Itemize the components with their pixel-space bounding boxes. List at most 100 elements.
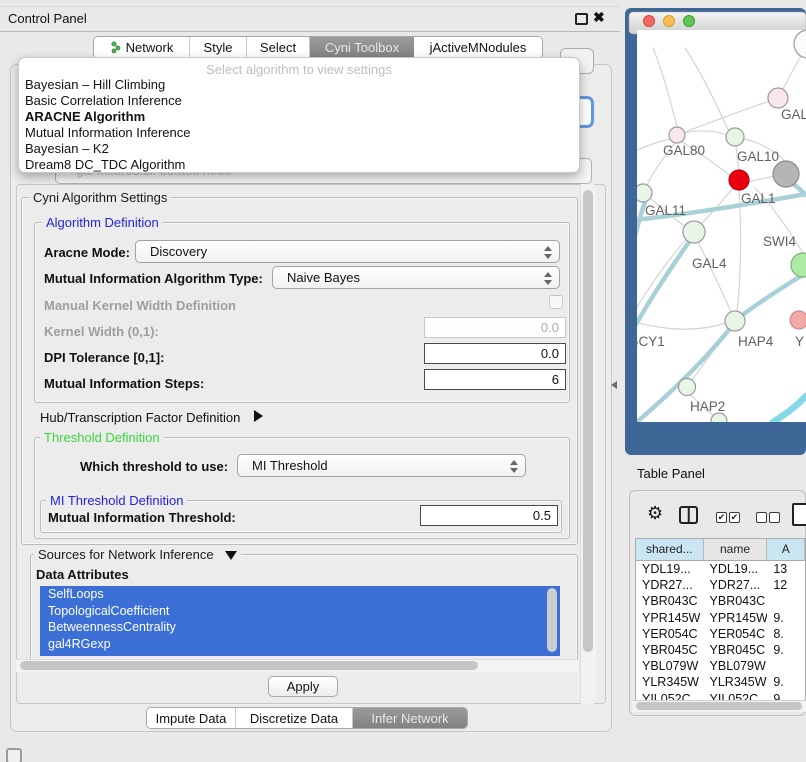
table-panel-title: Table Panel (637, 466, 705, 481)
tab-style[interactable]: Style (190, 37, 247, 58)
table-column-header[interactable]: A (767, 539, 805, 560)
table-row[interactable]: YBR043CYBR043C (636, 593, 805, 609)
dpi-tolerance-field[interactable]: 0.0 (424, 343, 566, 364)
network-view-window[interactable]: GALGAL80GAL10GAL1GAL11GAL4SWI4GCY1HAP4YH… (625, 8, 806, 455)
table-column-header[interactable]: shared... (636, 539, 704, 560)
float-window-icon[interactable] (575, 13, 588, 25)
tab-network[interactable]: Network (94, 37, 190, 58)
network-node-gal80[interactable] (669, 127, 685, 143)
cyni-algorithm-settings-title: Cyni Algorithm Settings (29, 190, 171, 205)
table-row[interactable]: YDL19...YDL19...13 (636, 561, 805, 577)
table-row[interactable]: YLR345WYLR345W9. (636, 674, 805, 690)
control-panel-titlebar (0, 6, 620, 32)
mi-threshold-definition-title: MI Threshold Definition (46, 493, 187, 508)
unchecked-checkbox-icon[interactable] (756, 512, 767, 523)
tab-impute-data[interactable]: Impute Data (147, 708, 236, 728)
mini-panel-icon[interactable] (6, 748, 22, 762)
table-row[interactable]: YBL079WYBL079W (636, 658, 805, 674)
network-node-label: SWI4 (763, 234, 796, 249)
aracne-mode-combo[interactable]: Discovery (135, 240, 560, 263)
table-row[interactable]: YIL052CYIL052C9. (636, 691, 805, 701)
checked-checkbox-icon[interactable]: ✔ (716, 512, 727, 523)
network-node[interactable] (773, 161, 799, 187)
data-attributes-label: Data Attributes (36, 567, 129, 582)
combo-stepper-icon (509, 459, 518, 473)
network-node-hap4[interactable] (725, 311, 745, 331)
tab-infer-network[interactable]: Infer Network (353, 708, 467, 728)
manual-kernel-width-checkbox[interactable] (549, 295, 563, 309)
table-hscrollbar-thumb[interactable] (636, 702, 802, 710)
threshold-definition-title: Threshold Definition (40, 430, 164, 445)
table-header-row: shared...nameA (636, 539, 805, 561)
traffic-light-close-icon[interactable] (644, 16, 655, 27)
dpi-tolerance-label: DPI Tolerance [0,1]: (44, 350, 164, 365)
panel-splitter-handle[interactable] (611, 381, 617, 389)
kernel-width-label: Kernel Width (0,1): (44, 324, 159, 339)
mi-threshold-label: Mutual Information Threshold: (48, 510, 236, 525)
network-node-label: GAL10 (737, 149, 779, 164)
sources-expander[interactable]: Sources for Network Inference (34, 547, 241, 562)
algorithm-dropdown-placeholder: Select algorithm to view settings (19, 62, 579, 77)
hub-definition-expander[interactable]: Hub/Transcription Factor Definition (40, 410, 263, 425)
algorithm-definition-title: Algorithm Definition (42, 215, 163, 230)
network-node-gal1[interactable] (729, 170, 749, 190)
algorithm-option[interactable]: Bayesian – K2 (25, 141, 575, 157)
traffic-light-zoom-icon[interactable] (684, 16, 695, 27)
close-icon[interactable]: ✖ (593, 9, 605, 26)
network-node-hap2[interactable] (679, 379, 696, 396)
table-row[interactable]: YBR045CYBR045C9. (636, 642, 805, 658)
network-node-gal[interactable] (768, 88, 788, 108)
apply-button[interactable]: Apply (268, 676, 338, 697)
network-node-label: GAL (781, 107, 806, 122)
network-node-gal10[interactable] (726, 128, 744, 146)
aracne-mode-label: Aracne Mode: (44, 245, 130, 260)
attribute-list-item[interactable]: SelfLoops (40, 586, 560, 603)
node-table: shared...nameA YDL19...YDL19...13YDR27..… (635, 538, 806, 700)
manual-kernel-width-label: Manual Kernel Width Definition (44, 298, 236, 313)
bottom-tab-bar: Impute DataDiscretize DataInfer Network (146, 707, 468, 729)
tab-cyni-toolbox[interactable]: Cyni Toolbox (310, 37, 414, 58)
algorithm-dropdown-popup: Select algorithm to view settings Bayesi… (18, 57, 580, 173)
control-panel-title: Control Panel (8, 11, 87, 26)
network-node-gal4[interactable] (683, 221, 705, 243)
control-panel-tab-bar: NetworkStyleSelectCyni ToolboxjActiveMNo… (93, 36, 543, 59)
attribute-list-item[interactable]: gal4RGexp (40, 636, 560, 653)
columns-icon[interactable] (679, 506, 698, 524)
mi-steps-label: Mutual Information Steps: (44, 376, 204, 391)
network-node-y[interactable] (790, 311, 806, 329)
kernel-width-field[interactable]: 0.0 (424, 317, 566, 338)
algorithm-option[interactable]: Dream8 DC_TDC Algorithm (25, 157, 575, 173)
settings-hscrollbar-thumb[interactable] (20, 661, 478, 670)
mi-threshold-field[interactable]: 0.5 (420, 505, 558, 526)
attribute-list-item[interactable]: BetweennessCentrality (40, 619, 560, 636)
attribute-list-item[interactable]: TopologicalCoefficient (40, 603, 560, 620)
table-row[interactable]: YER054CYER054C8. (636, 626, 805, 642)
combo-stepper-icon (543, 271, 552, 285)
which-threshold-combo[interactable]: MI Threshold (237, 454, 526, 477)
tab-select[interactable]: Select (247, 37, 310, 58)
unchecked-checkbox-icon[interactable] (769, 512, 780, 523)
table-row[interactable]: YDR27...YDR27...12 (636, 577, 805, 593)
network-node-label: GAL1 (741, 191, 776, 206)
algorithm-option[interactable]: Bayesian – Hill Climbing (25, 77, 575, 93)
table-column-header[interactable]: name (704, 539, 768, 560)
mi-steps-field[interactable]: 6 (424, 369, 566, 390)
tab-discretize-data[interactable]: Discretize Data (236, 708, 353, 728)
algorithm-option[interactable]: Mutual Information Inference (25, 125, 575, 141)
mi-algorithm-type-label: Mutual Information Algorithm Type: (44, 271, 263, 286)
settings-vscrollbar-thumb[interactable] (583, 190, 593, 652)
table-row[interactable]: YPR145WYPR145W9. (636, 610, 805, 626)
combo-stepper-icon (543, 245, 552, 259)
tab-jactivemnodules[interactable]: jActiveMNodules (414, 37, 542, 58)
expand-down-icon (225, 551, 237, 560)
algorithm-option[interactable]: ARACNE Algorithm (25, 109, 575, 125)
mi-algorithm-type-combo[interactable]: Naive Bayes (272, 266, 560, 289)
traffic-light-minimize-icon[interactable] (664, 16, 675, 27)
algorithm-option[interactable]: Basic Correlation Inference (25, 93, 575, 109)
gear-icon[interactable]: ⚙ (647, 503, 663, 524)
data-attributes-list[interactable]: SelfLoopsTopologicalCoefficientBetweenne… (40, 586, 560, 656)
network-node-label: HAP2 (690, 399, 725, 414)
page-icon[interactable] (792, 503, 806, 526)
attr-list-scrollbar-thumb[interactable] (547, 588, 557, 652)
checked-checkbox-icon[interactable]: ✔ (729, 512, 740, 523)
